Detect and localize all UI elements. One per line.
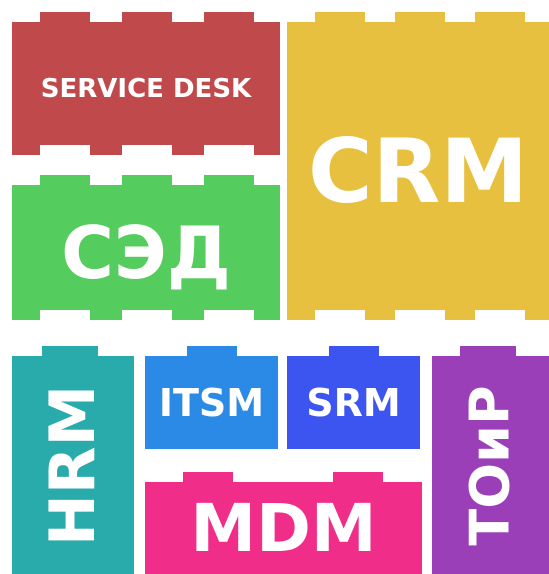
tile-stud	[315, 12, 365, 22]
tile-stud	[183, 472, 233, 482]
tile-notch	[40, 145, 90, 155]
tile-notch	[122, 310, 172, 320]
tile-notch	[395, 310, 445, 320]
tile-stud	[40, 175, 90, 185]
itsm-label: ITSM	[158, 380, 265, 425]
tile-stud	[187, 346, 237, 356]
hrm-tile[interactable]: HRM	[12, 346, 134, 574]
tile-notch	[475, 310, 525, 320]
hrm-label: HRM	[36, 384, 110, 546]
srm-tile[interactable]: SRM	[287, 346, 420, 449]
crm-label: CRM	[308, 119, 528, 223]
tile-stud	[204, 12, 254, 22]
service-desk-tile[interactable]: SERVICE DESK	[12, 12, 280, 155]
tile-notch	[40, 310, 90, 320]
tile-notch	[122, 145, 172, 155]
service-desk-label: SERVICE DESK	[40, 73, 252, 104]
srm-label: SRM	[306, 380, 401, 425]
tile-stud	[395, 12, 445, 22]
toir-tile[interactable]: ТОиР	[432, 346, 549, 574]
mdm-tile[interactable]: MDM	[145, 472, 422, 574]
tile-stud	[42, 346, 98, 356]
tile-notch	[204, 145, 254, 155]
crm-tile[interactable]: CRM	[287, 12, 549, 320]
tile-stud	[40, 12, 90, 22]
sed-tile[interactable]: СЭД	[12, 175, 280, 320]
itsm-tile[interactable]: ITSM	[145, 346, 278, 449]
tile-stud	[204, 175, 254, 185]
mdm-label: MDM	[190, 489, 377, 567]
tile-notch	[315, 310, 365, 320]
toir-label: ТОиР	[459, 384, 522, 546]
tile-stud	[329, 346, 379, 356]
tile-stud	[333, 472, 383, 482]
sed-label: СЭД	[61, 210, 231, 295]
tile-stud	[460, 346, 516, 356]
tile-stud	[122, 175, 172, 185]
tile-stud	[475, 12, 525, 22]
tile-stud	[122, 12, 172, 22]
tile-notch	[204, 310, 254, 320]
